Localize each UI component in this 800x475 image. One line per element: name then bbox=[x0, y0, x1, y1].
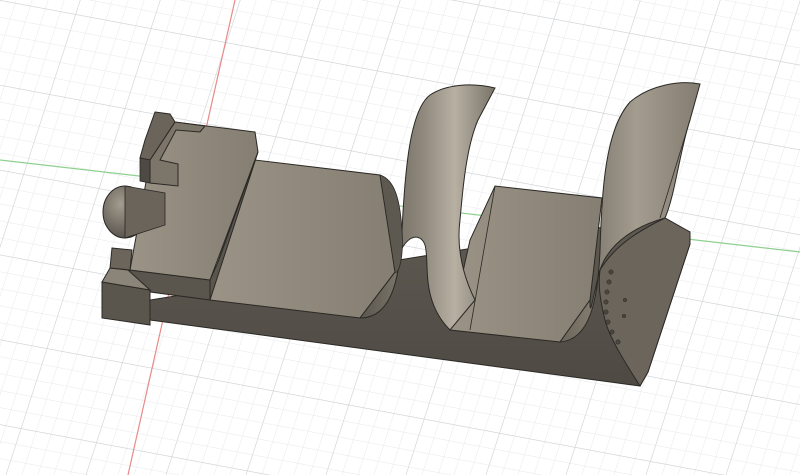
left-step bbox=[139, 157, 151, 184]
cad-viewport[interactable] bbox=[0, 0, 800, 475]
lower-tab-step bbox=[109, 247, 133, 271]
